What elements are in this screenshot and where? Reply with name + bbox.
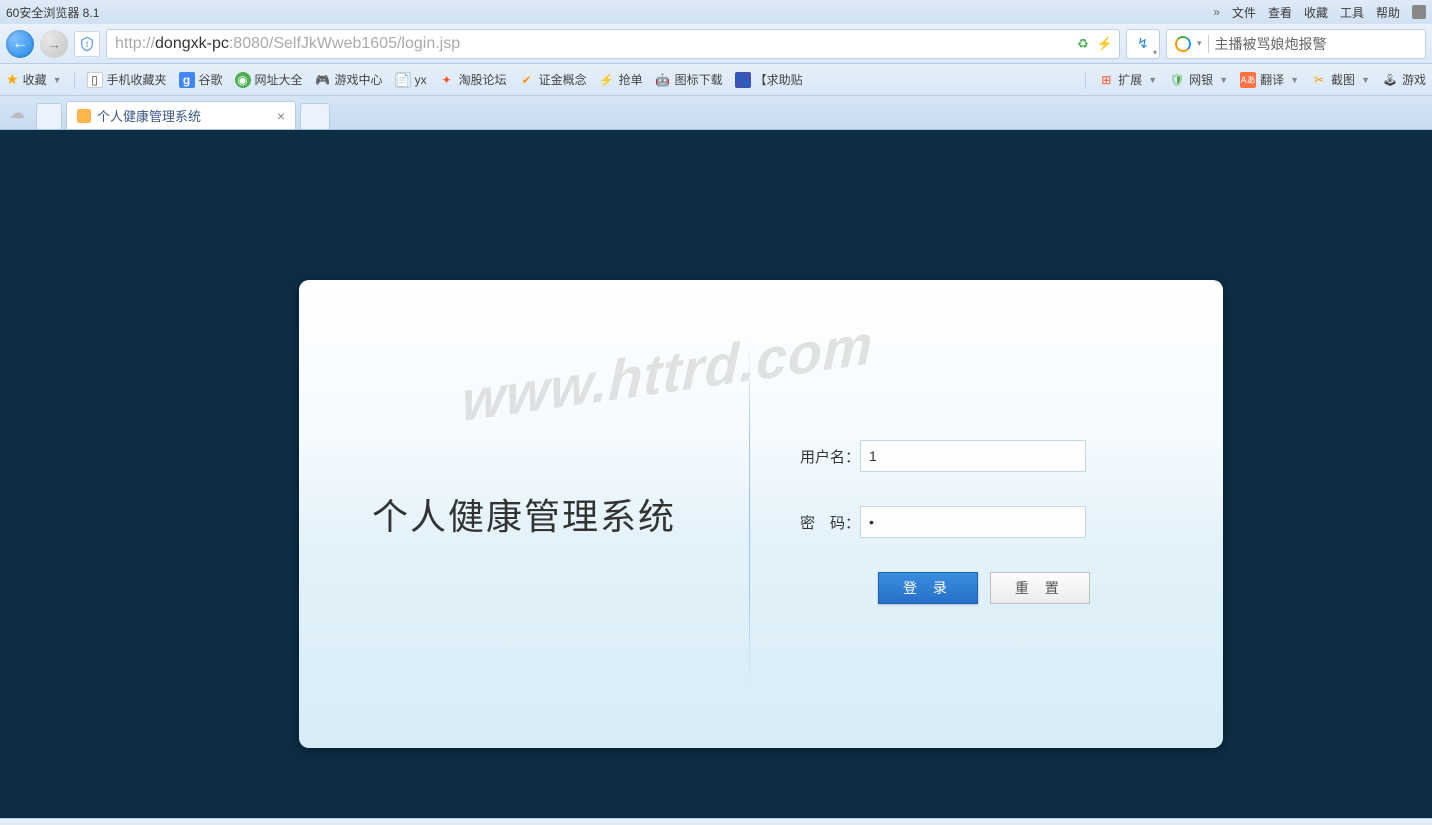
login-panel: 个人健康管理系统 用户名： 密 码： 登 录 重 置 xyxy=(299,280,1223,748)
bookmark-zhengjin[interactable]: ✔证金概念 xyxy=(519,71,587,88)
bookmark-qiangdan[interactable]: ⚡抢单 xyxy=(599,71,643,88)
security-shield-icon[interactable] xyxy=(74,31,100,57)
back-button[interactable]: ← xyxy=(6,30,34,58)
tab-active[interactable]: 个人健康管理系统 × xyxy=(66,101,296,129)
tab-close-icon[interactable]: × xyxy=(277,108,285,124)
paw-icon: 🐾 xyxy=(735,72,751,88)
forward-button[interactable]: → xyxy=(40,30,68,58)
login-left: 个人健康管理系统 xyxy=(299,280,749,748)
star-icon: ★ xyxy=(6,71,19,88)
translate-icon: Aあ xyxy=(1240,72,1256,88)
toolbar-extensions[interactable]: ⊞扩展▼ xyxy=(1098,71,1157,88)
bookmark-taogu[interactable]: ✦淘股论坛 xyxy=(439,71,507,88)
address-bar: ← → http://dongxk-pc:8080/SelfJkWweb1605… xyxy=(0,24,1432,64)
toolbar-games[interactable]: 🕹游戏 xyxy=(1382,71,1426,88)
compass-icon: ◉ xyxy=(235,72,251,88)
skin-icon[interactable] xyxy=(1412,5,1426,19)
username-input[interactable] xyxy=(860,440,1086,472)
search-placeholder: 主播被骂娘炮报警 xyxy=(1215,34,1327,54)
url-input[interactable]: http://dongxk-pc:8080/SelfJkWweb1605/log… xyxy=(106,29,1120,59)
shield-icon: 🛡 xyxy=(1169,72,1185,88)
bookmark-sites[interactable]: ◉网址大全 xyxy=(235,71,303,88)
gamepad-icon: 🎮 xyxy=(315,72,331,88)
bolt-icon: ⚡ xyxy=(599,72,615,88)
spark-icon: ✦ xyxy=(439,72,455,88)
phone-icon: ▯ xyxy=(87,72,103,88)
tab-title: 个人健康管理系统 xyxy=(97,106,201,125)
google-icon: g xyxy=(179,72,195,88)
status-bar xyxy=(0,818,1432,825)
search-box[interactable]: ▾ 主播被骂娘炮报警 xyxy=(1166,29,1426,59)
login-form: 用户名： 密 码： 登 录 重 置 xyxy=(750,280,1223,748)
username-label: 用户名： xyxy=(784,446,860,467)
tab-thumb[interactable] xyxy=(36,103,62,129)
bookmarks-bar: ★收藏▼ ▯手机收藏夹 g谷歌 ◉网址大全 🎮游戏中心 📄yx ✦淘股论坛 ✔证… xyxy=(0,64,1432,96)
tab-bar: ☁ 个人健康管理系统 × xyxy=(0,96,1432,130)
refresh-button[interactable]: ↯▾ xyxy=(1126,29,1160,59)
password-label: 密 码： xyxy=(784,512,860,533)
cloud-sync-icon[interactable]: ☁ xyxy=(6,102,28,124)
password-input[interactable] xyxy=(860,506,1086,538)
bookmark-favorites[interactable]: ★收藏▼ xyxy=(6,71,62,88)
url-text: http://dongxk-pc:8080/SelfJkWweb1605/log… xyxy=(115,35,460,53)
browser-title: 60安全浏览器 8.1 xyxy=(6,4,99,21)
new-tab-button[interactable] xyxy=(300,103,330,129)
bookmark-google[interactable]: g谷歌 xyxy=(179,71,223,88)
login-button[interactable]: 登 录 xyxy=(878,572,978,604)
reset-button[interactable]: 重 置 xyxy=(990,572,1090,604)
swoosh-icon: ✔ xyxy=(519,72,535,88)
separator xyxy=(1208,35,1209,53)
grid-icon: ⊞ xyxy=(1098,72,1114,88)
menu-tools[interactable]: 工具 xyxy=(1340,4,1364,21)
bookmark-icons[interactable]: 🤖图标下载 xyxy=(655,71,723,88)
divider xyxy=(1085,71,1086,89)
bookmark-games[interactable]: 🎮游戏中心 xyxy=(315,71,383,88)
bookmark-yx[interactable]: 📄yx xyxy=(395,72,427,88)
doc-icon: 📄 xyxy=(395,72,411,88)
divider xyxy=(74,71,75,89)
scissors-icon: ✂ xyxy=(1311,72,1327,88)
browser-title-bar: 60安全浏览器 8.1 » 文件 查看 收藏 工具 帮助 xyxy=(0,0,1432,24)
menu-view[interactable]: 查看 xyxy=(1268,4,1292,21)
toolbar-translate[interactable]: Aあ翻译▼ xyxy=(1240,71,1299,88)
joystick-icon: 🕹 xyxy=(1382,72,1398,88)
menu-file[interactable]: 文件 xyxy=(1232,4,1256,21)
lightning-icon[interactable]: ⚡ xyxy=(1097,36,1113,52)
recycle-icon[interactable]: ♻ xyxy=(1075,36,1091,52)
favicon-icon xyxy=(77,109,91,123)
page-content: 个人健康管理系统 用户名： 密 码： 登 录 重 置 www.httrd.com xyxy=(0,130,1432,818)
toolbar-screenshot[interactable]: ✂截图▼ xyxy=(1311,71,1370,88)
menu-help[interactable]: 帮助 xyxy=(1376,4,1400,21)
robot-icon: 🤖 xyxy=(655,72,671,88)
toolbar-bank[interactable]: 🛡网银▼ xyxy=(1169,71,1228,88)
bookmark-mobile[interactable]: ▯手机收藏夹 xyxy=(87,71,167,88)
search-engine-icon xyxy=(1175,36,1191,52)
more-icon[interactable]: » xyxy=(1213,5,1220,19)
bookmark-help[interactable]: 🐾【求助贴 xyxy=(735,71,803,88)
menu-favorites[interactable]: 收藏 xyxy=(1304,4,1328,21)
system-title: 个人健康管理系统 xyxy=(372,488,676,540)
